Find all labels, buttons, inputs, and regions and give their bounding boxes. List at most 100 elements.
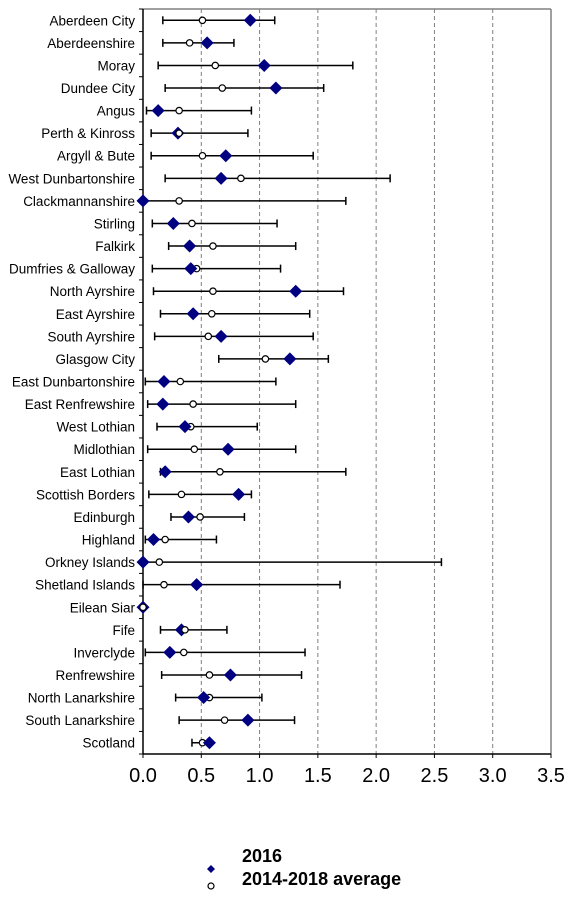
category-label: Angus [97,104,136,119]
point-2016 [283,352,297,366]
error-bar [164,174,391,183]
category-label: Highland [82,533,135,548]
point-average [161,535,169,544]
point-average [204,332,213,341]
point-2016 [190,578,204,592]
category-label: North Lanarkshire [28,691,135,706]
legend-diamond-icon [207,865,215,873]
category-label: East Renfrewshire [25,397,135,412]
point-2016 [223,668,237,682]
point-average [189,400,197,408]
point-average [209,287,217,295]
x-tick-label: 0.5 [187,765,215,787]
point-2016 [184,262,198,276]
error-bar [178,716,296,725]
category-label: Aberdeenshire [47,36,135,51]
point-average [196,513,204,521]
error-bar [159,625,228,634]
error-bar [142,196,347,205]
point-2016 [241,713,255,727]
category-label: Stirling [94,216,135,231]
point-average [261,355,270,363]
chart: 0.0 0.5 1.0 1.5 2.0 2.5 3.0 3.5 Aberdeen CityAb… [8,8,565,890]
point-average [185,39,194,47]
x-tick-label: 0.0 [129,765,157,787]
point-average [220,716,229,724]
point-2016 [181,510,195,524]
point-2016 [289,284,303,298]
point-2016 [158,465,172,479]
error-bar [142,558,443,567]
category-label: Inverclyde [73,645,135,660]
x-tick-label: 1.5 [304,765,332,787]
x-tick-label: 3.5 [537,765,565,787]
legend: 2016 2014-2018 average [207,846,401,890]
error-bar [146,400,297,409]
legend-label-average: 2014-2018 average [242,869,401,889]
error-bars [142,16,443,747]
category-label: Moray [97,58,135,73]
category-label: Orkney Islands [45,555,135,570]
category-label: Dumfries & Galloway [9,262,135,277]
error-bar [164,84,325,93]
point-average [188,219,196,228]
point-average [218,84,227,92]
legend-label-2016: 2016 [242,846,282,866]
category-label: Eilean Siar [70,600,136,615]
point-2016 [197,691,211,705]
point-average [190,445,199,454]
category-label: Scottish Borders [36,487,135,502]
error-bar [218,354,330,363]
point-average [205,671,214,679]
category-label: Dundee City [61,81,136,96]
category-label: Aberdeen City [49,13,135,28]
point-average [160,580,168,589]
point-average [175,106,183,115]
category-label: Clackmannanshire [23,194,135,209]
point-2016 [178,420,192,434]
point-2016 [183,239,197,253]
point-2016 [221,442,235,456]
point-average [198,16,207,25]
point-average [198,151,207,160]
point-average [139,603,147,612]
point-2016 [200,36,214,50]
category-label: Scotland [82,736,135,751]
point-2016 [136,555,150,569]
category-label: East Lothian [60,465,135,480]
error-bar [152,287,345,296]
point-2016 [214,171,228,185]
category-label: Shetland Islands [35,578,135,593]
category-label: Falkirk [95,239,135,254]
category-label: Perth & Kinross [41,126,135,141]
point-2016 [156,397,170,411]
point-2016 [146,533,160,547]
point-average [211,61,220,70]
point-average [175,197,183,205]
error-bar [142,580,341,589]
category-label: Midlothian [73,442,135,457]
error-bar [162,38,235,47]
category-label: Edinburgh [73,510,135,525]
point-2016 [214,329,228,343]
error-bar [150,129,249,138]
point-2016 [136,194,150,208]
x-tick-label: 3.0 [479,765,507,787]
category-label: South Lanarkshire [25,713,135,728]
point-2016 [269,81,283,95]
category-label: North Ayrshire [50,284,135,299]
point-2016 [232,487,246,501]
category-label: Fife [112,623,135,638]
point-2016 [157,375,171,388]
error-bar [151,264,282,273]
category-label: Renfrewshire [55,668,135,683]
legend-circle-icon [207,882,215,890]
error-bar [159,309,311,318]
error-bar [174,693,263,702]
point-average [175,129,183,137]
point-average [209,242,217,250]
x-axis-tick-labels: 0.0 0.5 1.0 1.5 2.0 2.5 3.0 3.5 [129,765,565,787]
error-bar [153,332,314,341]
x-tick-label: 2.5 [421,765,449,787]
error-bar [162,16,276,25]
